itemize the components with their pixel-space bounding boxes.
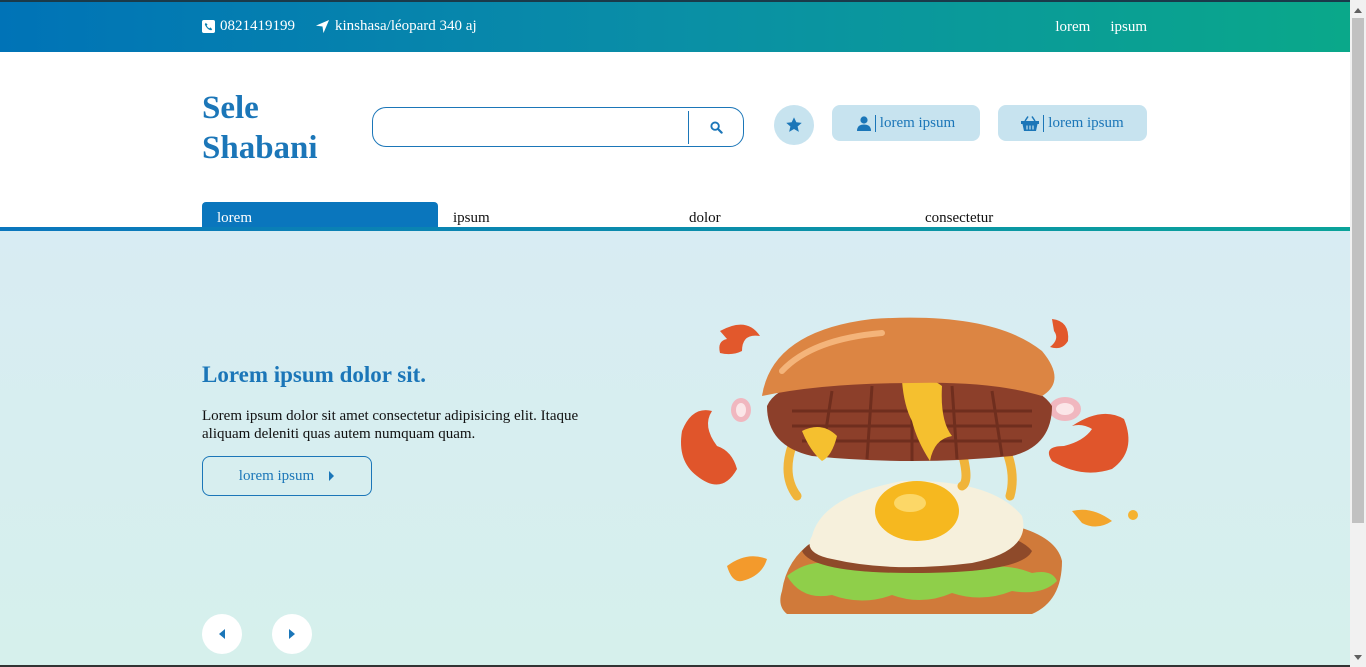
user-icon (856, 115, 871, 131)
hero-section: Lorem ipsum dolor sit. Lorem ipsum dolor… (0, 231, 1350, 665)
cart-button[interactable]: lorem ipsum (998, 105, 1147, 141)
caret-right-icon (329, 471, 335, 481)
phone-icon (202, 20, 215, 33)
page-scrollbar[interactable] (1350, 0, 1366, 667)
address-text: kinshasa/léopard 340 aj (335, 18, 477, 34)
nav-tab-ipsum[interactable]: ipsum (438, 202, 674, 228)
caret-right-icon (289, 629, 295, 639)
basket-icon (1021, 115, 1040, 131)
account-separator (874, 114, 876, 132)
brand-logo[interactable]: Sele Shabani (202, 88, 352, 168)
phone-number: 0821419199 (220, 18, 295, 34)
carousel-next-button[interactable] (272, 614, 312, 654)
search-input[interactable] (381, 114, 681, 140)
scroll-down-arrow[interactable] (1350, 649, 1366, 665)
location-arrow-icon (315, 19, 330, 34)
address-item: kinshasa/léopard 340 aj (315, 18, 477, 35)
carousel-prev-button[interactable] (202, 614, 242, 654)
scrollbar-thumb[interactable] (1352, 18, 1364, 523)
search-button[interactable] (689, 108, 743, 146)
star-icon (786, 117, 802, 132)
topbar-link-ipsum[interactable]: ipsum (1110, 19, 1147, 36)
favorites-button[interactable] (774, 105, 814, 145)
cart-label: lorem ipsum (1048, 114, 1124, 131)
top-bar: 0821419199 kinshasa/léopard 340 aj lorem… (0, 0, 1350, 52)
caret-left-icon (219, 629, 225, 639)
nav-tab-dolor[interactable]: dolor (674, 202, 910, 228)
hero-cta-label: lorem ipsum (238, 467, 315, 484)
nav-tab-lorem[interactable]: lorem (202, 202, 438, 228)
hero-text: Lorem ipsum dolor sit amet consectetur a… (202, 408, 579, 442)
topbar-links: lorem ipsum (1055, 19, 1147, 36)
contact-info: 0821419199 kinshasa/léopard 340 aj (202, 18, 477, 35)
hero-title: Lorem ipsum dolor sit. (202, 362, 427, 387)
burger-illustration (681, 317, 1138, 614)
search-box (372, 107, 744, 147)
topbar-link-lorem[interactable]: lorem (1055, 19, 1090, 36)
scroll-up-arrow[interactable] (1350, 2, 1366, 18)
nav-tab-consectetur[interactable]: consectetur (910, 202, 1146, 228)
search-icon (709, 120, 723, 134)
main-nav: lorem ipsum dolor consectetur (0, 202, 1350, 228)
hero-cta-button[interactable]: lorem ipsum (202, 456, 372, 496)
phone-item: 0821419199 (202, 18, 295, 35)
account-button[interactable]: lorem ipsum (832, 105, 980, 141)
cart-separator (1043, 114, 1045, 132)
account-label: lorem ipsum (879, 114, 956, 131)
